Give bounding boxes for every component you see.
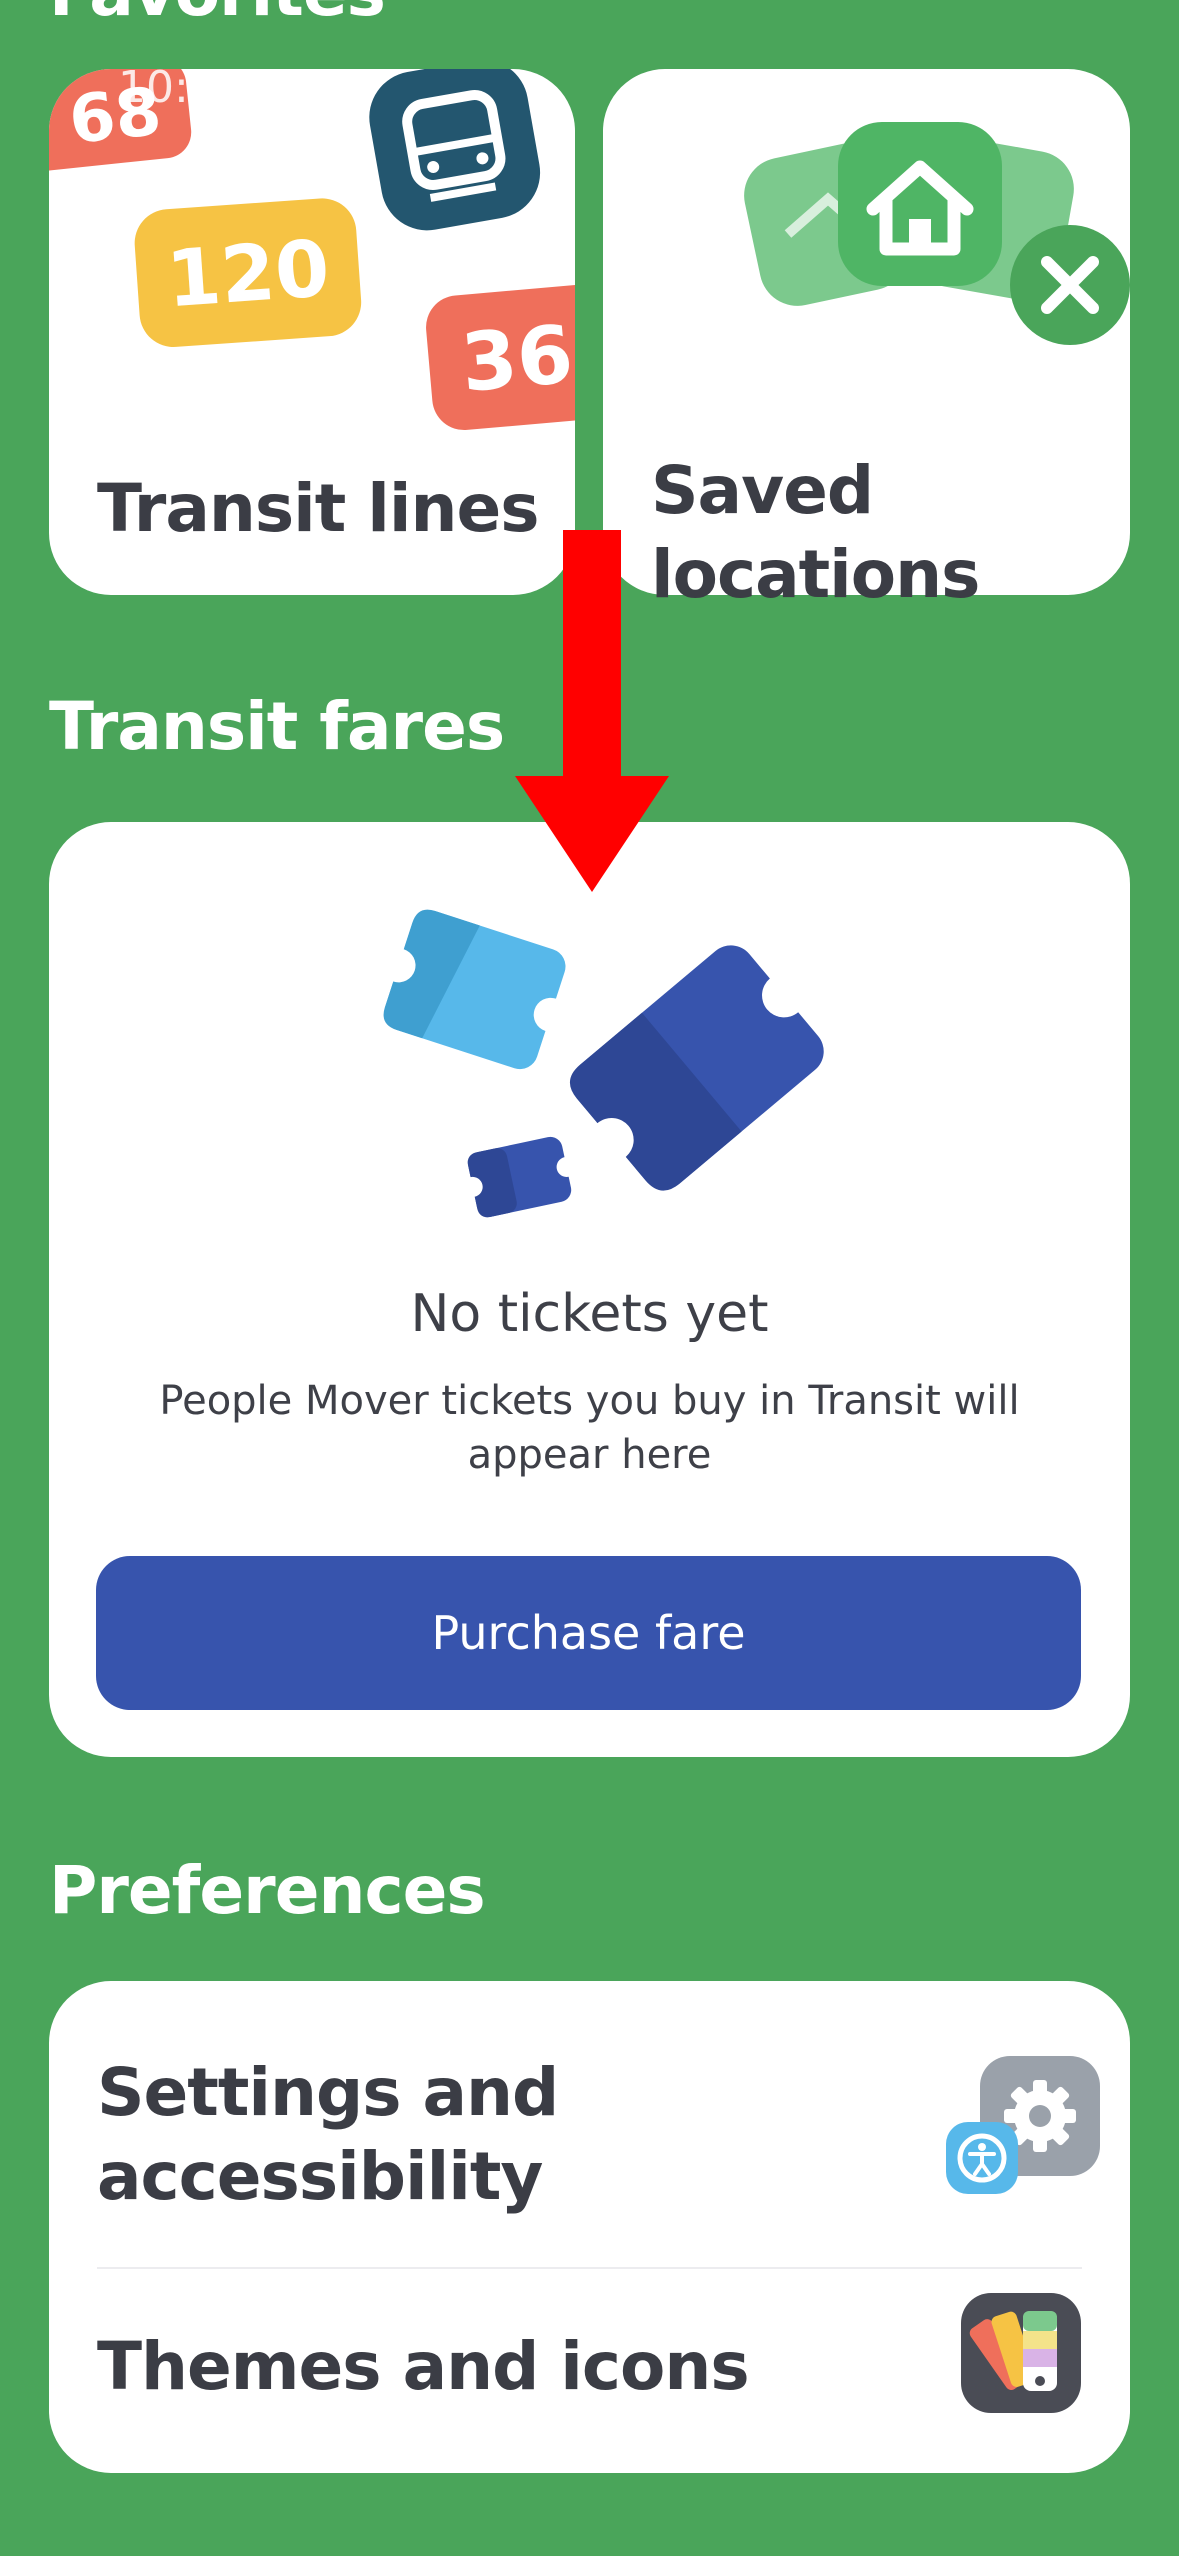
settings-label-line1: Settings and	[97, 2054, 559, 2131]
settings-accessibility-row[interactable]: Settings and accessibility	[49, 1981, 1130, 2268]
line-badge-36-text: 36	[458, 308, 575, 410]
line-badge-36: 36	[426, 284, 575, 431]
transit-lines-label: Transit lines	[97, 470, 540, 547]
saved-locations-label-line1: Saved	[651, 452, 874, 529]
close-icon	[1010, 225, 1130, 345]
fares-card: No tickets yet People Mover tickets you …	[49, 822, 1130, 1757]
train-icon	[369, 69, 541, 231]
saved-locations-label-line2: locations	[651, 536, 980, 613]
themes-icons-label: Themes and icons	[97, 2328, 750, 2405]
transit-fares-header: Transit fares	[49, 688, 505, 765]
no-tickets-title: No tickets yet	[410, 1284, 769, 1344]
home-icon	[838, 122, 1002, 286]
settings-label-line2: accessibility	[97, 2138, 543, 2215]
preferences-card: Settings and accessibility Themes and ic…	[49, 1981, 1130, 2473]
status-bar-time: 10:51	[118, 62, 245, 113]
saved-locations-tile[interactable]: Saved locations	[603, 69, 1130, 613]
saved-locations-illustration	[744, 122, 1130, 345]
preferences-header: Preferences	[49, 1852, 486, 1929]
favorites-header: Favorites	[49, 0, 386, 31]
themes-palette-icon	[961, 2293, 1081, 2413]
transit-lines-tile[interactable]: 68 120 36 Transit lines	[49, 69, 575, 595]
saved-locations-label: Saved locations	[651, 449, 980, 617]
purchase-fare-button[interactable]: Purchase fare	[96, 1556, 1081, 1710]
no-tickets-description: People Mover tickets you buy in Transit …	[159, 1378, 1020, 1478]
settings-accessibility-label: Settings and accessibility	[97, 2051, 559, 2219]
themes-icons-row[interactable]: Themes and icons	[49, 2269, 1130, 2473]
line-badge-120-text: 120	[164, 224, 333, 325]
scroll-down-arrow-icon	[515, 530, 669, 892]
settings-accessibility-icon	[946, 2056, 1100, 2194]
line-badge-120: 120	[134, 198, 362, 348]
